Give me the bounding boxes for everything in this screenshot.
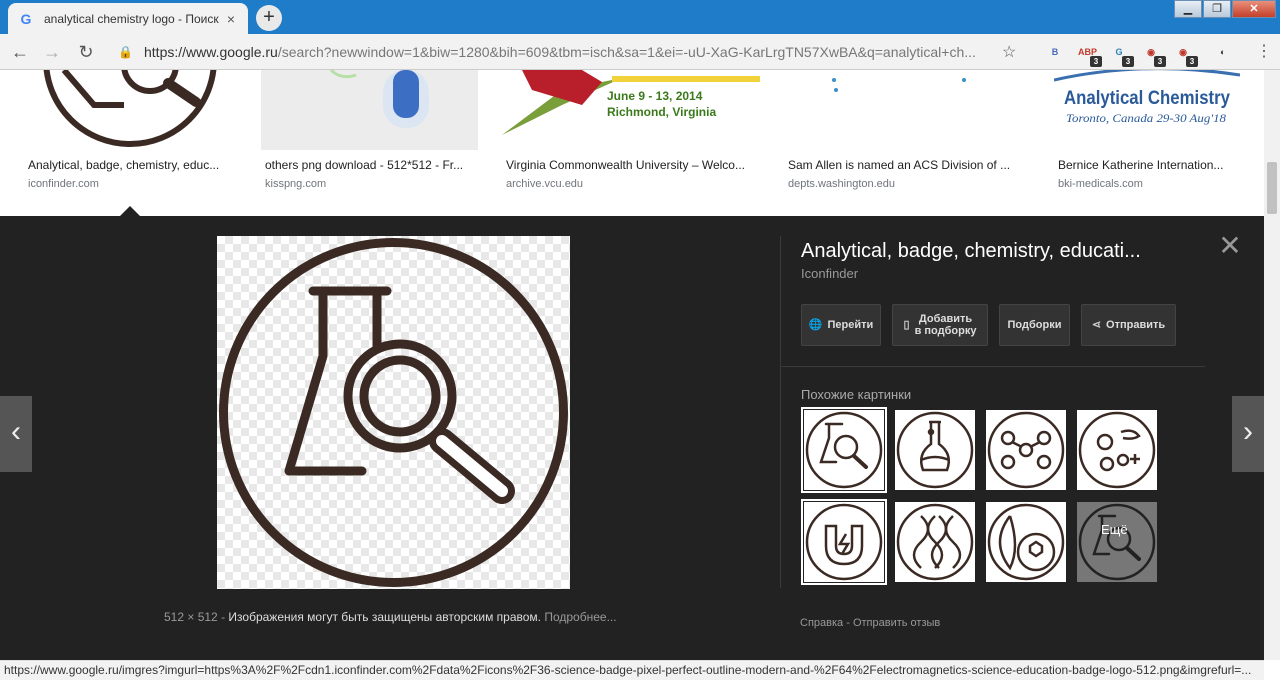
- image-title[interactable]: Analytical, badge, chemistry, educati...: [801, 240, 1186, 263]
- google-favicon-icon: G: [20, 10, 32, 27]
- image-text-title: Analytical Chemistry: [1064, 88, 1230, 109]
- similar-images-label: Похожие картинки: [801, 387, 912, 402]
- preview-image[interactable]: [217, 236, 570, 589]
- address-bar[interactable]: 🔒 https://www.google.ru/search?newwindow…: [110, 38, 1030, 66]
- more-similar-button[interactable]: [1077, 502, 1157, 582]
- send-feedback-link[interactable]: Отправить отзыв: [853, 617, 940, 629]
- more-info-link[interactable]: Подробнее...: [544, 610, 616, 624]
- similar-image-dna[interactable]: [895, 502, 975, 582]
- back-arrow-icon[interactable]: ←: [8, 40, 32, 64]
- minimize-button[interactable]: ▁: [1174, 0, 1202, 18]
- extension-icon[interactable]: ◐: [1214, 43, 1232, 61]
- result-source: kisspng.com: [265, 178, 327, 190]
- similar-image-magnet[interactable]: [801, 499, 887, 585]
- image-site[interactable]: Iconfinder: [801, 266, 858, 281]
- extension-icon[interactable]: ◉ 3: [1174, 43, 1198, 67]
- maximize-button[interactable]: ❐: [1203, 0, 1231, 18]
- tab-title: analytical chemistry logo - Поиск: [44, 11, 219, 26]
- result-source: depts.washington.edu: [788, 178, 896, 190]
- status-bar-url: https://www.google.ru/imgres?imgurl=http…: [0, 660, 1264, 680]
- browser-toolbar: ← → ↻ 🔒 https://www.google.ru/search?new…: [0, 34, 1280, 70]
- image-size: 512 × 512: [164, 610, 218, 624]
- flask-magnifier-icon: [219, 238, 568, 587]
- visit-button[interactable]: 🌐 Перейти: [801, 304, 881, 346]
- title-bar: G analytical chemistry logo - Поиск × + …: [0, 0, 1280, 34]
- selection-caret: [120, 206, 140, 216]
- result-caption[interactable]: Bernice Katherine Internation...: [1058, 158, 1238, 172]
- result-caption[interactable]: Sam Allen is named an ACS Division of ..…: [788, 158, 1026, 172]
- similar-image-cells[interactable]: [1077, 410, 1157, 490]
- browser-tab[interactable]: G analytical chemistry logo - Поиск ×: [8, 3, 248, 34]
- result-thumbnail[interactable]: June 9 - 13, 2014 Richmond, Virginia: [502, 70, 760, 150]
- previous-image-arrow-icon[interactable]: ‹: [0, 396, 32, 472]
- image-text-place: Richmond, Virginia: [607, 105, 716, 119]
- viewer-divider: [780, 236, 781, 588]
- image-text-date: June 9 - 13, 2014: [607, 89, 703, 103]
- bookmark-star-icon[interactable]: ☆: [1002, 42, 1022, 62]
- window-controls: ▁ ❐ ✕: [1173, 0, 1276, 18]
- similar-image-flask[interactable]: [895, 410, 975, 490]
- new-tab-button[interactable]: +: [256, 5, 282, 31]
- extension-badge: 3: [1090, 56, 1102, 67]
- result-thumbnail[interactable]: [261, 70, 478, 150]
- viewer-footer-links: Справка - Отправить отзыв: [800, 617, 941, 629]
- help-link[interactable]: Справка: [800, 617, 843, 629]
- more-label[interactable]: Ещё: [1101, 522, 1128, 537]
- copyright-notice: Изображения могут быть защищены авторски…: [228, 610, 541, 624]
- forward-arrow-icon[interactable]: →: [40, 40, 64, 64]
- result-thumbnail[interactable]: Analytical Chemistry Toronto, Canada 29-…: [1054, 70, 1240, 150]
- result-caption[interactable]: Virginia Commonwealth University – Welco…: [506, 158, 756, 172]
- similar-image-molecule[interactable]: [986, 410, 1066, 490]
- result-source: bki-medicals.com: [1058, 178, 1143, 190]
- menu-kebab-icon[interactable]: ⋮: [1256, 41, 1272, 61]
- image-metadata: 512 × 512 - Изображения могут быть защищ…: [164, 610, 617, 624]
- extension-badge: 3: [1154, 56, 1166, 67]
- similar-image-flask-magnifier[interactable]: [801, 407, 887, 493]
- share-button[interactable]: ⋖ Отправить: [1081, 304, 1176, 346]
- save-to-collection-button[interactable]: ▯ Добавить в подборку: [892, 304, 988, 346]
- result-caption[interactable]: others png download - 512*512 - Fr...: [265, 158, 475, 172]
- extension-icon[interactable]: ◉ 3: [1142, 43, 1166, 67]
- share-icon: ⋖: [1091, 319, 1102, 331]
- extension-icon[interactable]: ABP 3: [1078, 43, 1102, 67]
- page-scrollbar[interactable]: [1264, 70, 1280, 660]
- image-text-sub: Toronto, Canada 29-30 Aug'18: [1066, 111, 1226, 125]
- result-thumbnail[interactable]: [24, 70, 237, 150]
- extension-icon[interactable]: G3: [1110, 43, 1134, 67]
- scrollbar-thumb[interactable]: [1267, 162, 1277, 214]
- tab-close-button[interactable]: ×: [224, 11, 238, 27]
- result-caption[interactable]: Analytical, badge, chemistry, educ...: [28, 158, 234, 172]
- lock-icon: 🔒: [118, 45, 133, 59]
- extension-badge: 3: [1186, 56, 1198, 67]
- close-window-button[interactable]: ✕: [1232, 0, 1276, 18]
- globe-icon: 🌐: [808, 319, 823, 331]
- close-viewer-icon[interactable]: ✕: [1218, 232, 1242, 260]
- image-viewer-panel: 512 × 512 - Изображения могут быть защищ…: [0, 216, 1264, 660]
- search-results-page: June 9 - 13, 2014 Richmond, Virginia Ana…: [0, 70, 1264, 660]
- section-divider: [781, 366, 1205, 367]
- extension-badge: 3: [1122, 56, 1134, 67]
- next-image-arrow-icon[interactable]: ›: [1232, 396, 1264, 472]
- reload-icon[interactable]: ↻: [74, 40, 98, 64]
- result-source: archive.vcu.edu: [506, 178, 584, 190]
- extension-icon[interactable]: B: [1046, 43, 1064, 61]
- collections-button[interactable]: Подборки: [999, 304, 1070, 346]
- result-thumbnail[interactable]: [784, 70, 1030, 150]
- result-source: iconfinder.com: [28, 178, 99, 190]
- bookmark-icon: ▯: [903, 319, 910, 331]
- url-text: https://www.google.ru/search?newwindow=1…: [144, 44, 976, 60]
- similar-image-leaf-hexagon[interactable]: [986, 502, 1066, 582]
